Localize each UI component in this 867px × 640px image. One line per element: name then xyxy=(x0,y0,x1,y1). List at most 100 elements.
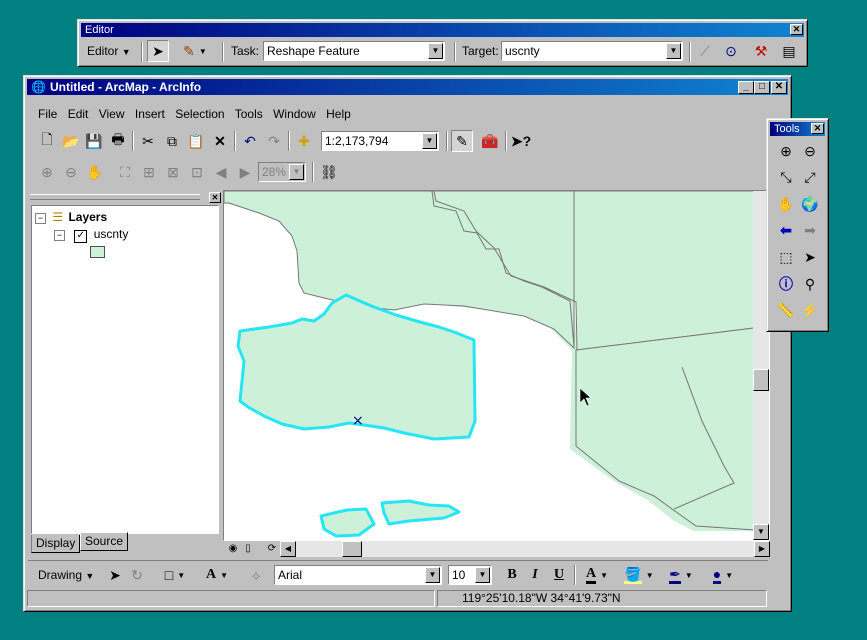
map-horizontal-scrollbar[interactable]: ◀ ▶ xyxy=(280,541,770,557)
print-button[interactable]: 🖶 xyxy=(107,130,129,152)
previous-extent-button[interactable]: ⬅ xyxy=(775,219,797,241)
zoom-100-button[interactable]: ⊞ xyxy=(138,161,160,183)
menu-tools[interactable]: Tools xyxy=(235,107,263,121)
layer-symbol-swatch[interactable] xyxy=(90,246,105,258)
new-rectangle-button[interactable]: □ ▼ xyxy=(158,564,192,586)
target-select[interactable]: uscnty ▼ xyxy=(501,41,683,61)
italic-button[interactable]: I xyxy=(524,564,546,586)
editor-close-button[interactable]: ✕ xyxy=(790,24,803,35)
vertex-x-marker[interactable]: × xyxy=(352,413,364,429)
chevron-down-icon[interactable]: ▼ xyxy=(422,133,437,149)
forward-extent-button[interactable]: ▶ xyxy=(234,161,256,183)
menu-file[interactable]: File xyxy=(38,107,57,121)
toc-layer-row[interactable]: − ✓ uscnty xyxy=(54,227,128,243)
collapse-icon[interactable]: − xyxy=(54,230,65,241)
drawing-menu-button[interactable]: Drawing ▼ xyxy=(38,567,94,584)
arctoolbox-button[interactable]: 🧰 xyxy=(479,130,501,152)
sketch-tool-button[interactable]: ✎ ▼ xyxy=(176,40,214,62)
rotate-element-button[interactable]: ↻ xyxy=(126,564,148,586)
pan-button[interactable]: ✋ xyxy=(775,193,797,215)
horizontal-scroll-thumb[interactable] xyxy=(342,541,362,557)
zoom-whole-page-button[interactable]: ⛶ xyxy=(114,161,136,183)
new-button[interactable]: 🗋 xyxy=(36,130,58,152)
chevron-down-icon[interactable]: ▼ xyxy=(425,567,440,583)
editor-toolbar-toggle-button[interactable]: ✎ xyxy=(451,130,473,152)
font-color-button[interactable]: A ▼ xyxy=(580,564,614,586)
layout-view-button[interactable]: ▯ xyxy=(241,541,255,556)
layer-visibility-checkbox[interactable]: ✓ xyxy=(74,230,88,243)
menu-view[interactable]: View xyxy=(99,107,125,121)
fixed-zoom-in-button[interactable]: ⊠ xyxy=(162,161,184,183)
chevron-down-icon[interactable]: ▼ xyxy=(475,567,490,583)
tab-source[interactable]: Source xyxy=(80,532,129,551)
open-button[interactable]: 📂 xyxy=(60,130,82,152)
copy-button[interactable]: ⧉ xyxy=(161,130,183,152)
toc-close-button[interactable]: ✕ xyxy=(209,192,221,203)
toggle-draft-mode-button[interactable]: ⛓ xyxy=(318,161,340,183)
attribute-table-button[interactable]: ▤ xyxy=(778,40,800,62)
maximize-button[interactable]: □ xyxy=(754,81,770,94)
layout-zoom-in-button[interactable]: ⊕ xyxy=(36,161,58,183)
chevron-down-icon[interactable]: ▼ xyxy=(666,43,681,59)
hyperlink-button[interactable]: ⚡ xyxy=(799,299,821,321)
menu-window[interactable]: Window xyxy=(273,107,316,121)
measure-button[interactable]: 📏 xyxy=(775,299,797,321)
add-data-button[interactable]: ✚ xyxy=(293,130,315,152)
layout-zoom-select[interactable]: 28% ▼ xyxy=(258,162,306,182)
editor-menu-button[interactable]: Editor ▼ xyxy=(87,43,131,60)
fixed-zoom-out-button[interactable]: ⤢ xyxy=(799,166,821,188)
toc-root-row[interactable]: − ☰ Layers xyxy=(35,210,107,226)
edit-vertices-button[interactable]: ⟡ xyxy=(245,564,267,586)
select-features-button[interactable]: ⬚ xyxy=(775,246,797,268)
scroll-right-button[interactable]: ▶ xyxy=(754,541,770,557)
menu-selection[interactable]: Selection xyxy=(175,107,224,121)
whats-this-button[interactable]: ➤? xyxy=(510,130,532,152)
layout-pan-button[interactable]: ✋ xyxy=(84,161,106,183)
bold-button[interactable]: B xyxy=(501,564,523,586)
new-text-button[interactable]: A ▼ xyxy=(200,564,234,586)
marker-color-button[interactable]: ● ▼ xyxy=(706,564,740,586)
menu-edit[interactable]: Edit xyxy=(68,107,89,121)
undo-button[interactable]: ↶ xyxy=(239,130,261,152)
map-scale-select[interactable]: 1:2,173,794 ▼ xyxy=(321,131,439,151)
identify-button[interactable]: ⓘ xyxy=(775,273,797,295)
split-tool-button[interactable]: ⟋ xyxy=(694,40,716,62)
attributes-button[interactable]: ⚒ xyxy=(750,40,772,62)
tab-display[interactable]: Display xyxy=(31,535,81,553)
southern-county-polygon[interactable] xyxy=(575,325,770,532)
select-elements-button[interactable]: ➤ xyxy=(104,564,126,586)
scroll-left-button[interactable]: ◀ xyxy=(280,541,296,557)
fixed-zoom-out-button[interactable]: ⊡ xyxy=(186,161,208,183)
close-button[interactable]: ✕ xyxy=(771,81,787,94)
save-button[interactable]: 💾 xyxy=(83,130,105,152)
font-select[interactable]: Arial ▼ xyxy=(274,565,442,585)
tools-close-button[interactable]: ✕ xyxy=(811,123,824,134)
menu-insert[interactable]: Insert xyxy=(135,107,165,121)
small-island-polygon[interactable] xyxy=(380,499,461,526)
underline-button[interactable]: U xyxy=(548,564,570,586)
font-size-select[interactable]: 10 ▼ xyxy=(448,565,492,585)
fill-color-button[interactable]: 🪣 ▼ xyxy=(622,564,656,586)
small-island-polygon[interactable] xyxy=(319,507,376,538)
fixed-zoom-in-button[interactable]: ⤡ xyxy=(775,166,797,188)
toc-grip[interactable] xyxy=(30,194,200,200)
collapse-icon[interactable]: − xyxy=(35,213,46,224)
map-canvas[interactable]: × xyxy=(224,191,770,541)
zoom-out-button[interactable]: ⊖ xyxy=(799,140,821,162)
edit-tool-button[interactable]: ➤ xyxy=(147,40,169,62)
paste-button[interactable]: 📋 xyxy=(185,130,207,152)
delete-button[interactable]: ✕ xyxy=(209,130,231,152)
refresh-view-button[interactable]: ⟳ xyxy=(265,541,279,556)
zoom-in-button[interactable]: ⊕ xyxy=(775,140,797,162)
layout-zoom-out-button[interactable]: ⊖ xyxy=(60,161,82,183)
map-display[interactable]: × ▼ xyxy=(223,190,770,541)
line-color-button[interactable]: ✒ ▼ xyxy=(664,564,698,586)
next-extent-button[interactable]: ➡ xyxy=(799,219,821,241)
full-extent-button[interactable]: 🌍 xyxy=(799,193,821,215)
task-select[interactable]: Reshape Feature ▼ xyxy=(263,41,445,61)
vertical-scroll-thumb[interactable] xyxy=(753,369,769,391)
rotate-tool-button[interactable]: ⊙ xyxy=(720,40,742,62)
chevron-down-icon[interactable]: ▼ xyxy=(428,43,443,59)
data-view-button[interactable]: ◉ xyxy=(226,541,240,556)
minimize-button[interactable]: _ xyxy=(738,81,754,94)
